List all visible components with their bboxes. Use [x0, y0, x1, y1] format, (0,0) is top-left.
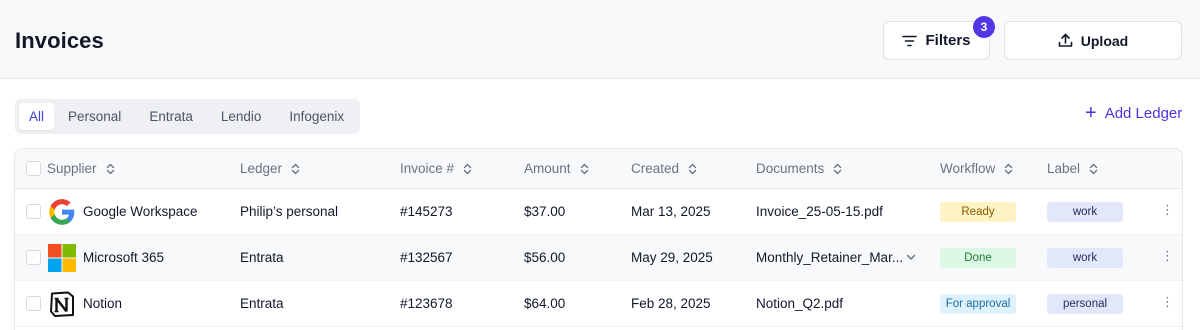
- workflow-badge[interactable]: Ready: [940, 202, 1016, 222]
- upload-icon: [1058, 33, 1073, 48]
- table-row[interactable]: Notion Entrata #123678 $64.00 Feb 28, 20…: [15, 281, 1182, 327]
- supplier-name: Google Workspace: [83, 204, 198, 219]
- label-badge[interactable]: personal: [1047, 294, 1123, 314]
- column-header-supplier[interactable]: Supplier: [47, 161, 115, 176]
- column-header-workflow[interactable]: Workflow: [940, 161, 1013, 176]
- invoice-number: #123678: [400, 296, 453, 311]
- amount: $37.00: [524, 204, 566, 219]
- sort-icon: [688, 163, 697, 175]
- column-header-invoice[interactable]: Invoice #: [400, 161, 472, 176]
- sort-icon: [580, 163, 589, 175]
- filter-icon: [902, 35, 918, 47]
- workflow-badge[interactable]: For approval: [940, 294, 1016, 314]
- table-row[interactable]: Microsoft 365 Entrata #132567 $56.00 May…: [15, 235, 1182, 281]
- table-row[interactable]: Google Workspace Philip’s personal #1452…: [15, 189, 1182, 235]
- column-header-created[interactable]: Created: [631, 161, 697, 176]
- upload-button[interactable]: Upload: [1004, 21, 1182, 60]
- sort-icon: [1089, 163, 1098, 175]
- row-checkbox[interactable]: [26, 204, 41, 219]
- document-link[interactable]: Invoice_25-05-15.pdf: [756, 204, 883, 219]
- amount: $64.00: [524, 296, 566, 311]
- supplier-name: Notion: [83, 296, 123, 311]
- ledger-tabs: All Personal Entrata Lendio Infogenix: [15, 99, 360, 134]
- created-date: Feb 28, 2025: [631, 296, 711, 311]
- sort-icon: [291, 163, 300, 175]
- created-date: Mar 13, 2025: [631, 204, 711, 219]
- plus-icon: +: [1085, 102, 1097, 124]
- google-logo-icon: [47, 197, 77, 227]
- tab-lendio[interactable]: Lendio: [207, 103, 276, 130]
- ledger-name: Entrata: [240, 250, 284, 265]
- more-options-icon[interactable]: ⋮: [1161, 295, 1174, 308]
- select-all-checkbox[interactable]: [26, 161, 41, 176]
- microsoft-logo-icon: [47, 243, 77, 273]
- row-checkbox[interactable]: [26, 296, 41, 311]
- workflow-badge[interactable]: Done: [940, 248, 1016, 268]
- ledger-name: Entrata: [240, 296, 284, 311]
- tab-infogenix[interactable]: Infogenix: [275, 103, 358, 130]
- supplier-name: Microsoft 365: [83, 250, 165, 265]
- document-link[interactable]: Notion_Q2.pdf: [756, 296, 843, 311]
- amount: $56.00: [524, 250, 566, 265]
- tab-personal[interactable]: Personal: [54, 103, 135, 130]
- tab-all[interactable]: All: [19, 103, 55, 130]
- more-options-icon[interactable]: ⋮: [1161, 249, 1174, 262]
- column-header-ledger[interactable]: Ledger: [240, 161, 300, 176]
- label-badge[interactable]: work: [1047, 202, 1123, 222]
- upload-label: Upload: [1080, 32, 1129, 49]
- add-ledger-label: Add Ledger: [1104, 104, 1183, 122]
- add-ledger-button[interactable]: + Add Ledger: [1085, 103, 1182, 123]
- filters-label: Filters: [925, 32, 971, 49]
- column-header-documents[interactable]: Documents: [756, 161, 842, 176]
- row-checkbox[interactable]: [26, 250, 41, 265]
- invoice-number: #132567: [400, 250, 453, 265]
- page-header: Invoices Filters 3 Upload: [0, 0, 1200, 79]
- sort-icon: [106, 163, 115, 175]
- ledger-name: Philip’s personal: [240, 204, 339, 219]
- table-header: Supplier Ledger Invoice # Amount Created…: [15, 149, 1182, 189]
- sort-icon: [833, 163, 842, 175]
- invoices-table: Supplier Ledger Invoice # Amount Created…: [14, 148, 1183, 330]
- chevron-down-icon[interactable]: [905, 250, 917, 268]
- column-header-label[interactable]: Label: [1047, 161, 1098, 176]
- sort-icon: [463, 163, 472, 175]
- tab-entrata[interactable]: Entrata: [135, 103, 207, 130]
- more-options-icon[interactable]: ⋮: [1161, 203, 1174, 216]
- filters-count-badge: 3: [973, 16, 995, 38]
- invoice-number: #145273: [400, 204, 453, 219]
- sort-icon: [1004, 163, 1013, 175]
- notion-logo-icon: [47, 289, 77, 319]
- column-header-amount[interactable]: Amount: [524, 161, 589, 176]
- document-link[interactable]: Monthly_Retainer_Mar...: [756, 250, 903, 265]
- page-title: Invoices: [15, 28, 104, 53]
- created-date: May 29, 2025: [631, 250, 713, 265]
- label-badge[interactable]: work: [1047, 248, 1123, 268]
